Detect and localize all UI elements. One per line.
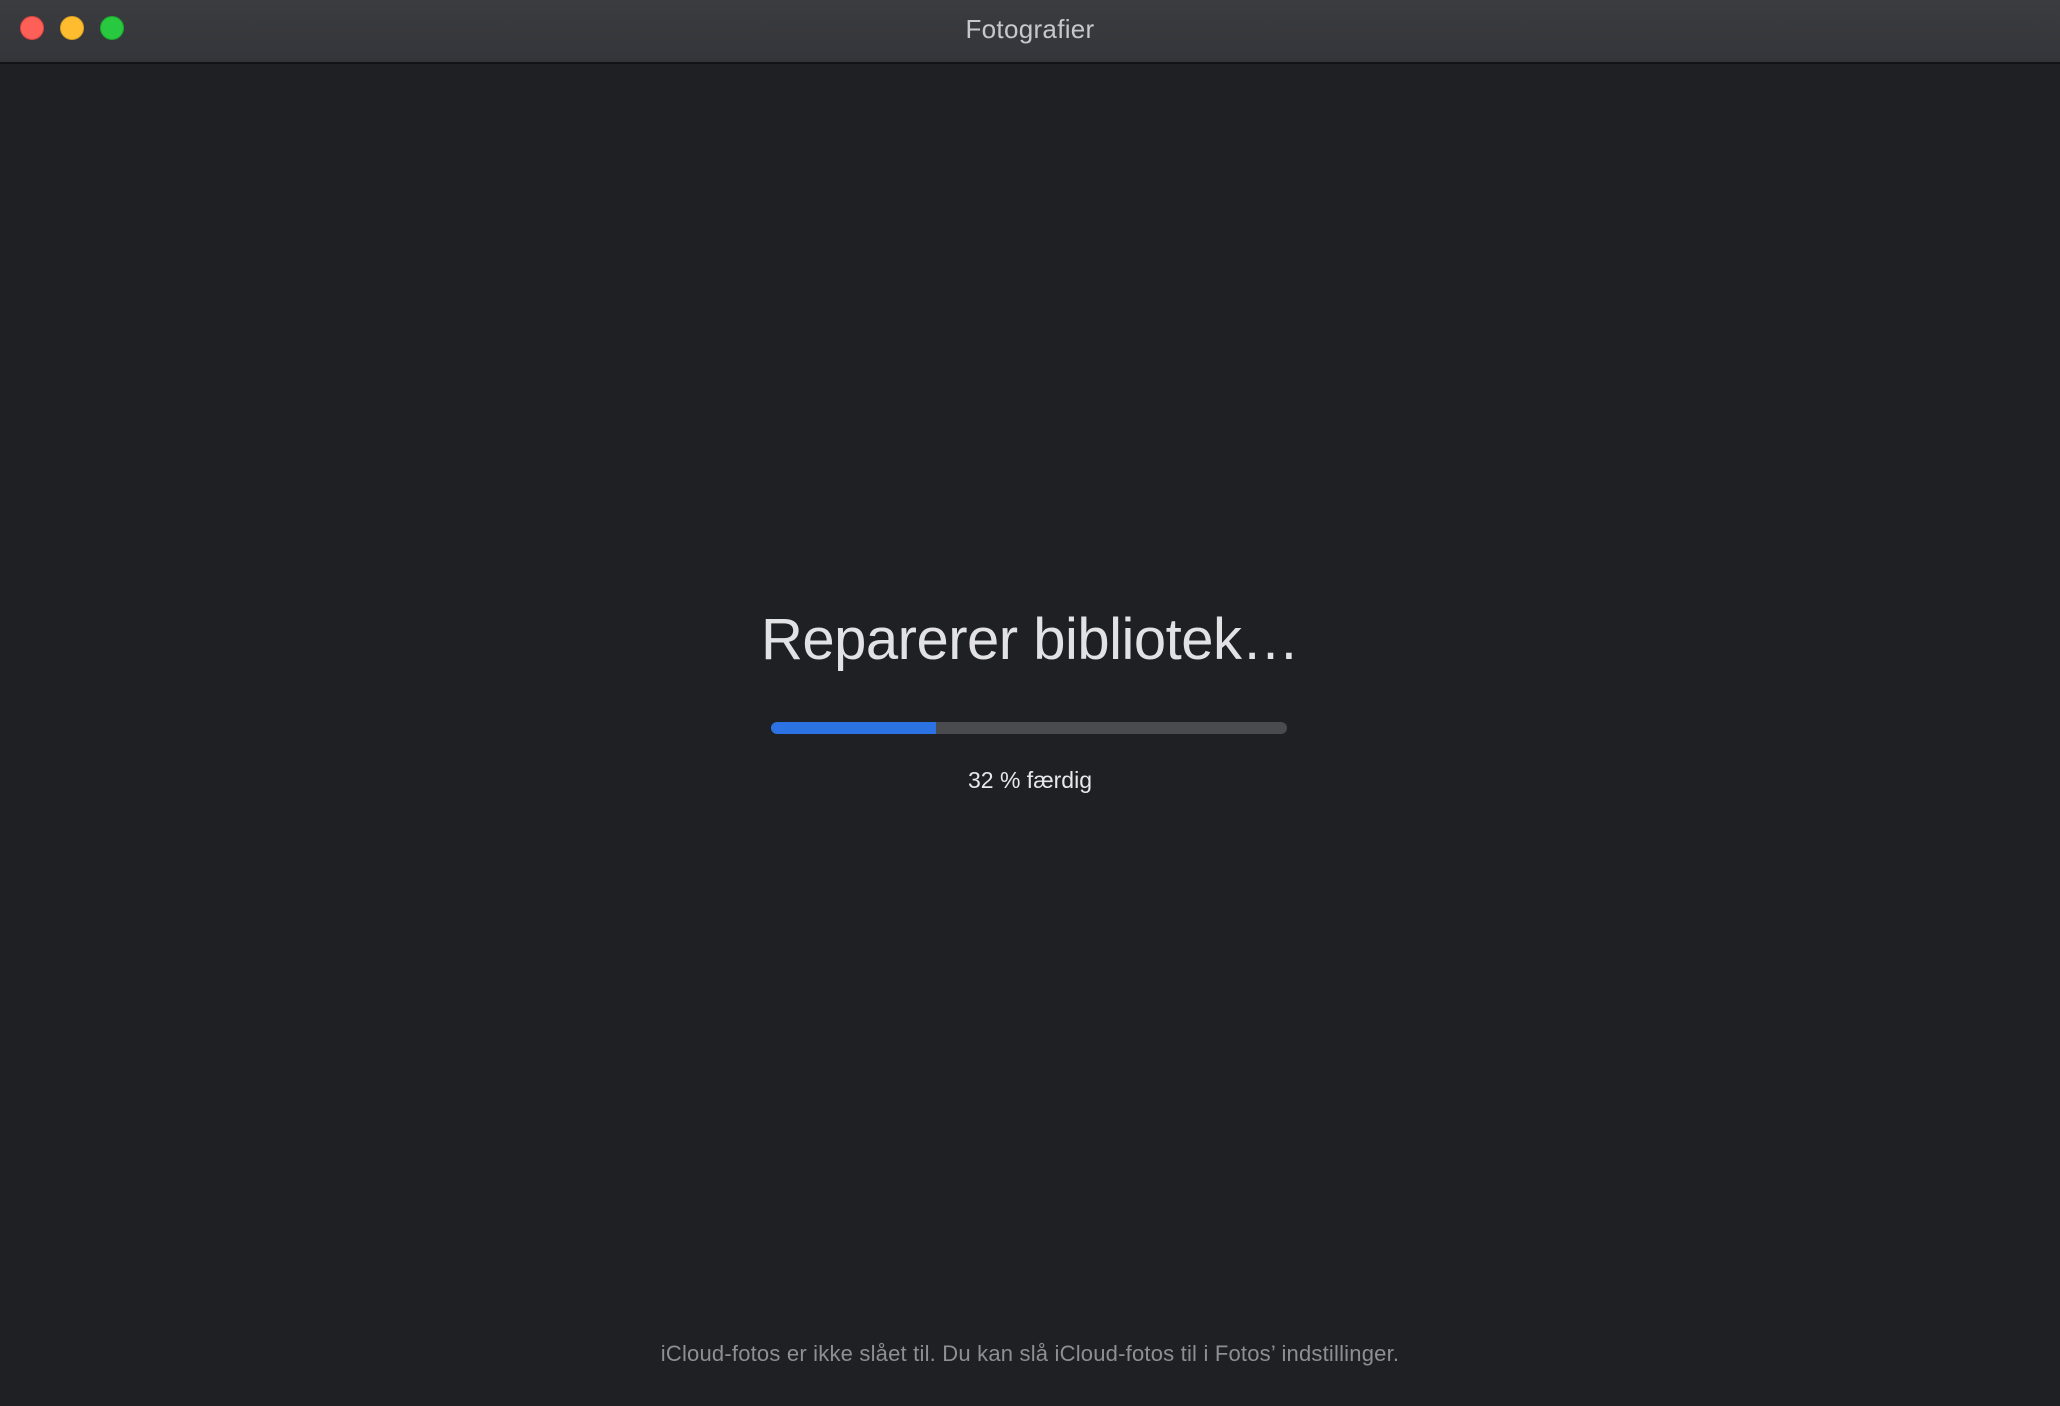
repair-status-heading: Reparerer bibliotek… <box>760 607 1300 672</box>
progress-percent-label: 32 % færdig <box>967 767 1092 793</box>
repair-progress-bar <box>771 722 1287 734</box>
title-bar[interactable]: Fotografier <box>0 0 2060 64</box>
photos-window: Fotografier Reparerer bibliotek… 32 % fæ… <box>0 0 2060 1406</box>
repair-progress-fill <box>771 722 937 734</box>
window-title: Fotografier <box>965 14 1095 44</box>
icloud-status-note: iCloud-fotos er ikke slået til. Du kan s… <box>660 1341 1400 1366</box>
